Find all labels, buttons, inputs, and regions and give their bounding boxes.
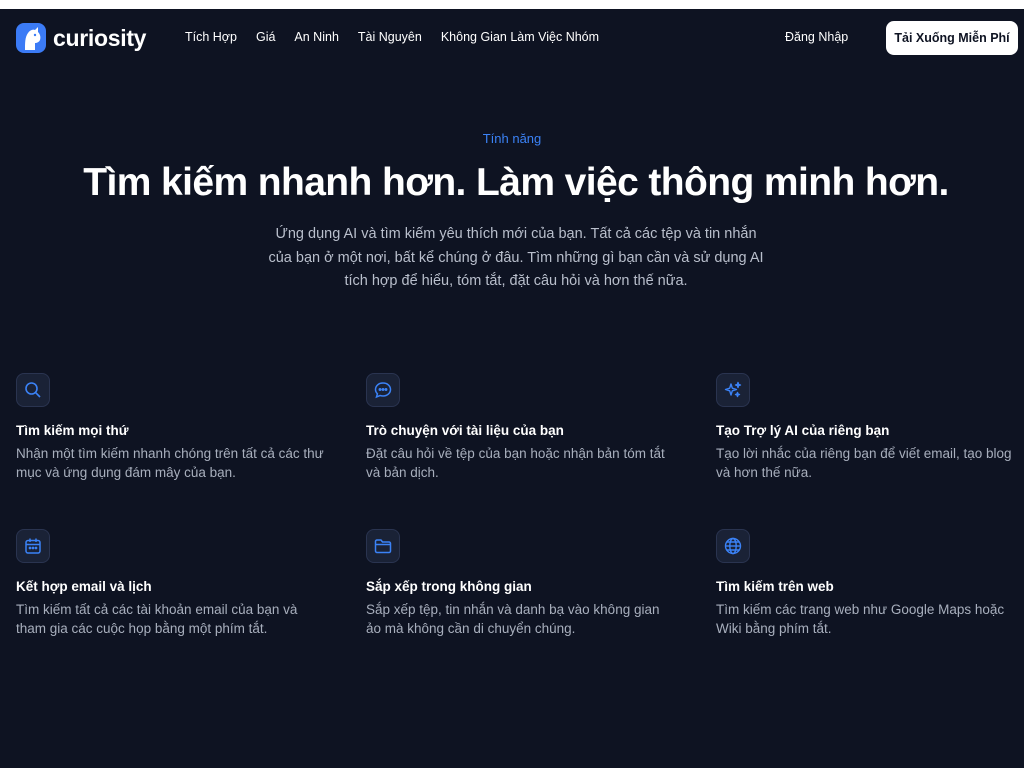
hero-subtitle: Ứng dụng AI và tìm kiếm yêu thích mới củ… xyxy=(268,226,764,289)
feature-web-search: Tìm kiếm trên web Tìm kiếm các trang web… xyxy=(716,529,1016,638)
calendar-icon xyxy=(16,529,50,563)
login-link[interactable]: Đăng Nhập xyxy=(785,30,848,44)
nav-links: Tích Hợp Giá An Ninh Tài Nguyên Không Gi… xyxy=(185,30,618,44)
nav-link-resources[interactable]: Tài Nguyên xyxy=(358,30,422,44)
feature-ai-assistant: Tạo Trợ lý AI của riêng bạn Tạo lời nhắc… xyxy=(716,373,1024,482)
nav-link-security[interactable]: An Ninh xyxy=(294,30,338,44)
feature-title: Tìm kiếm mọi thứ xyxy=(16,423,129,438)
sparkles-icon xyxy=(716,373,750,407)
download-button[interactable]: Tải Xuống Miễn Phí xyxy=(886,21,1018,55)
curiosity-logo-icon xyxy=(16,23,46,53)
feature-title: Kết hợp email và lịch xyxy=(16,579,152,594)
folder-icon xyxy=(366,529,400,563)
globe-icon xyxy=(716,529,750,563)
page: curiosity Tích Hợp Giá An Ninh Tài Nguyê… xyxy=(0,9,1024,768)
feature-title: Tìm kiếm trên web xyxy=(716,579,834,594)
feature-description: Sắp xếp tệp, tin nhắn và danh bạ vào khô… xyxy=(366,602,660,636)
chat-icon xyxy=(366,373,400,407)
nav-link-integrations[interactable]: Tích Hợp xyxy=(185,30,237,44)
feature-description: Đặt câu hỏi về tệp của bạn hoặc nhận bản… xyxy=(366,446,665,480)
nav-link-team-workspace[interactable]: Không Gian Làm Việc Nhóm xyxy=(441,30,599,44)
feature-description: Nhận một tìm kiếm nhanh chóng trên tất c… xyxy=(16,446,324,480)
top-nav: curiosity Tích Hợp Giá An Ninh Tài Nguyê… xyxy=(0,9,1024,67)
nav-link-pricing[interactable]: Giá xyxy=(256,30,275,44)
feature-organize-spaces: Sắp xếp trong không gian Sắp xếp tệp, ti… xyxy=(366,529,676,638)
feature-title: Sắp xếp trong không gian xyxy=(366,579,532,594)
feature-search-everything: Tìm kiếm mọi thứ Nhận một tìm kiếm nhanh… xyxy=(16,373,326,482)
feature-description: Tìm kiếm các trang web như Google Maps h… xyxy=(716,602,1005,636)
logo[interactable]: curiosity xyxy=(16,23,146,53)
feature-title: Tạo Trợ lý AI của riêng bạn xyxy=(716,423,890,438)
brand-name: curiosity xyxy=(53,24,147,51)
page-title: Tìm kiếm nhanh hơn. Làm việc thông minh … xyxy=(83,161,949,204)
feature-email-calendar: Kết hợp email và lịch Tìm kiếm tất cả cá… xyxy=(16,529,326,638)
feature-description: Tìm kiếm tất cả các tài khoản email của … xyxy=(16,602,298,636)
feature-description: Tạo lời nhắc của riêng bạn để viết email… xyxy=(716,446,1012,480)
feature-chat-documents: Trò chuyện với tài liệu của bạn Đặt câu … xyxy=(366,373,676,482)
search-icon xyxy=(16,373,50,407)
feature-title: Trò chuyện với tài liệu của bạn xyxy=(366,423,564,438)
section-eyebrow: Tính năng xyxy=(482,131,542,146)
